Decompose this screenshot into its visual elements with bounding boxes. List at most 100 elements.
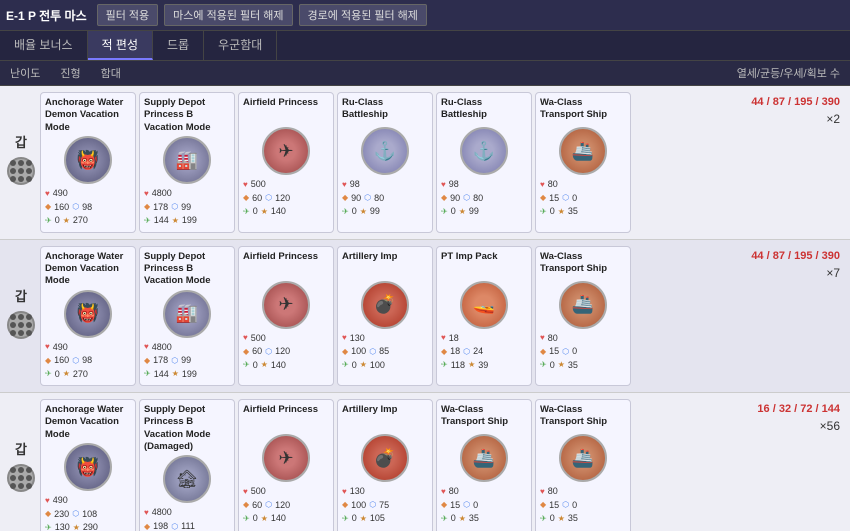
avatar-inner: 👹 [66, 292, 110, 336]
stat-value: 0 [352, 512, 357, 526]
enemy-card: PT Imp Pack🚤♥18◆18⬡24✈118★39 [436, 246, 532, 387]
stat-line: ◆160⬡98 [45, 201, 131, 215]
stat-value: 100 [370, 359, 385, 373]
stat-line: ✈0★100 [342, 359, 428, 373]
stat-line: ◆15⬡0 [540, 345, 626, 359]
stat-line: ♥80 [540, 485, 626, 499]
stat-line: ✈0★99 [342, 205, 428, 219]
stat-icon: ✈ [144, 215, 151, 227]
card-title: Airfield Princess [243, 404, 329, 432]
card-avatar: 💣 [361, 434, 409, 482]
card-avatar: 👹 [64, 136, 112, 184]
stat-value: 90 [351, 192, 361, 206]
rank-cell: 갑 [6, 92, 36, 185]
filter-clear-route-button[interactable]: 경로에 적용된 필터 해제 [299, 4, 427, 26]
stat-icon: ⬡ [171, 355, 178, 367]
stat-value: 80 [548, 485, 558, 499]
stat-value: 230 [54, 508, 69, 522]
stat-line: ✈0★140 [243, 512, 329, 526]
stat-value: 490 [53, 187, 68, 201]
card-stats: ♥500◆60⬡120✈0★140 [243, 485, 329, 526]
stat-value: 140 [271, 512, 286, 526]
stat-value: 80 [548, 178, 558, 192]
score-text: 16 / 32 / 72 / 144 [757, 403, 840, 415]
col-rank: 난이도 [10, 65, 40, 81]
count-text: ×7 [826, 266, 840, 280]
stat-icon: ✈ [441, 359, 448, 371]
dot [18, 467, 24, 473]
stat-value: 500 [251, 485, 266, 499]
stat-line: ◆15⬡0 [540, 192, 626, 206]
stat-icon: ♥ [243, 486, 248, 498]
card-stats: ♥130◆100⬡85✈0★100 [342, 332, 428, 373]
stat-icon: ◆ [45, 355, 51, 367]
tab-bonus[interactable]: 배율 보너스 [0, 31, 88, 60]
stat-value: 120 [275, 192, 290, 206]
card-title: Artillery Imp [342, 251, 428, 279]
stat-line: ♥98 [441, 178, 527, 192]
stat-icon: ◆ [540, 346, 546, 358]
stat-value: 99 [370, 205, 380, 219]
filter-apply-button[interactable]: 필터 적용 [97, 4, 159, 26]
stat-value: 98 [449, 178, 459, 192]
stat-icon: ⬡ [463, 346, 470, 358]
stat-line: ♥98 [342, 178, 428, 192]
stat-icon: ✈ [342, 359, 349, 371]
stat-value: 18 [449, 332, 459, 346]
stat-icon: ✈ [540, 359, 547, 371]
stat-icon: ♥ [144, 507, 149, 519]
avatar-inner: 💣 [363, 283, 407, 327]
enemy-card: Anchorage Water Demon Vacation Mode👹♥490… [40, 92, 136, 233]
stat-icon: ★ [261, 359, 268, 371]
stat-line: ♥80 [441, 485, 527, 499]
tab-allied[interactable]: 우군함대 [204, 31, 277, 60]
stat-value: 0 [572, 345, 577, 359]
stat-line: ✈0★270 [45, 214, 131, 228]
stat-line: ♥4800 [144, 187, 230, 201]
stat-icon: ♥ [144, 188, 149, 200]
enemy-card: Wa-Class Transport Ship🚢♥80◆15⬡0✈0★35 [535, 92, 631, 233]
stat-value: 500 [251, 332, 266, 346]
stat-icon: ◆ [441, 346, 447, 358]
stat-value: 80 [548, 332, 558, 346]
stat-value: 99 [469, 205, 479, 219]
card-stats: ♥130◆100⬡75✈0★105 [342, 485, 428, 526]
dot [26, 330, 32, 336]
tab-drop[interactable]: 드롭 [153, 31, 204, 60]
stat-value: 0 [253, 359, 258, 373]
page-title: E-1 P 전투 마스 [6, 7, 87, 24]
dot [26, 176, 32, 182]
avatar-inner: ⚓ [462, 129, 506, 173]
battle-row: 갑 Anchorage Water Demon Vacation Mode👹♥4… [0, 86, 850, 240]
count-text: ×56 [820, 419, 840, 433]
stat-icon: ♥ [342, 332, 347, 344]
stat-line: ♥500 [243, 332, 329, 346]
stat-icon: ⬡ [171, 201, 178, 213]
stat-icon: ✈ [342, 513, 349, 525]
stat-value: 130 [350, 332, 365, 346]
stat-line: ✈0★140 [243, 205, 329, 219]
card-title: Airfield Princess [243, 97, 329, 125]
stat-value: 270 [73, 368, 88, 382]
filter-clear-mas-button[interactable]: 마스에 적용된 필터 해제 [164, 4, 292, 26]
avatar-inner: 🏭 [165, 292, 209, 336]
stat-icon: ◆ [144, 201, 150, 213]
stat-value: 140 [271, 205, 286, 219]
stat-icon: ♥ [243, 332, 248, 344]
stat-line: ◆178⬡99 [144, 354, 230, 368]
stat-value: 118 [451, 359, 465, 373]
dot [26, 475, 32, 481]
stat-line: ◆60⬡120 [243, 192, 329, 206]
stat-value: 99 [181, 201, 191, 215]
stat-icon: ★ [558, 206, 565, 218]
rank-dots [10, 160, 32, 182]
tab-enemy[interactable]: 적 편성 [88, 31, 153, 60]
stat-line: ◆178⬡99 [144, 201, 230, 215]
stat-icon: ♥ [45, 341, 50, 353]
enemy-card: Supply Depot Princess B Vacation Mode🏭♥4… [139, 92, 235, 233]
card-avatar: 💣 [361, 281, 409, 329]
card-title: Wa-Class Transport Ship [540, 251, 626, 279]
stat-icon: ⬡ [369, 346, 376, 358]
card-title: Wa-Class Transport Ship [441, 404, 527, 432]
card-avatar: 🚢 [559, 434, 607, 482]
